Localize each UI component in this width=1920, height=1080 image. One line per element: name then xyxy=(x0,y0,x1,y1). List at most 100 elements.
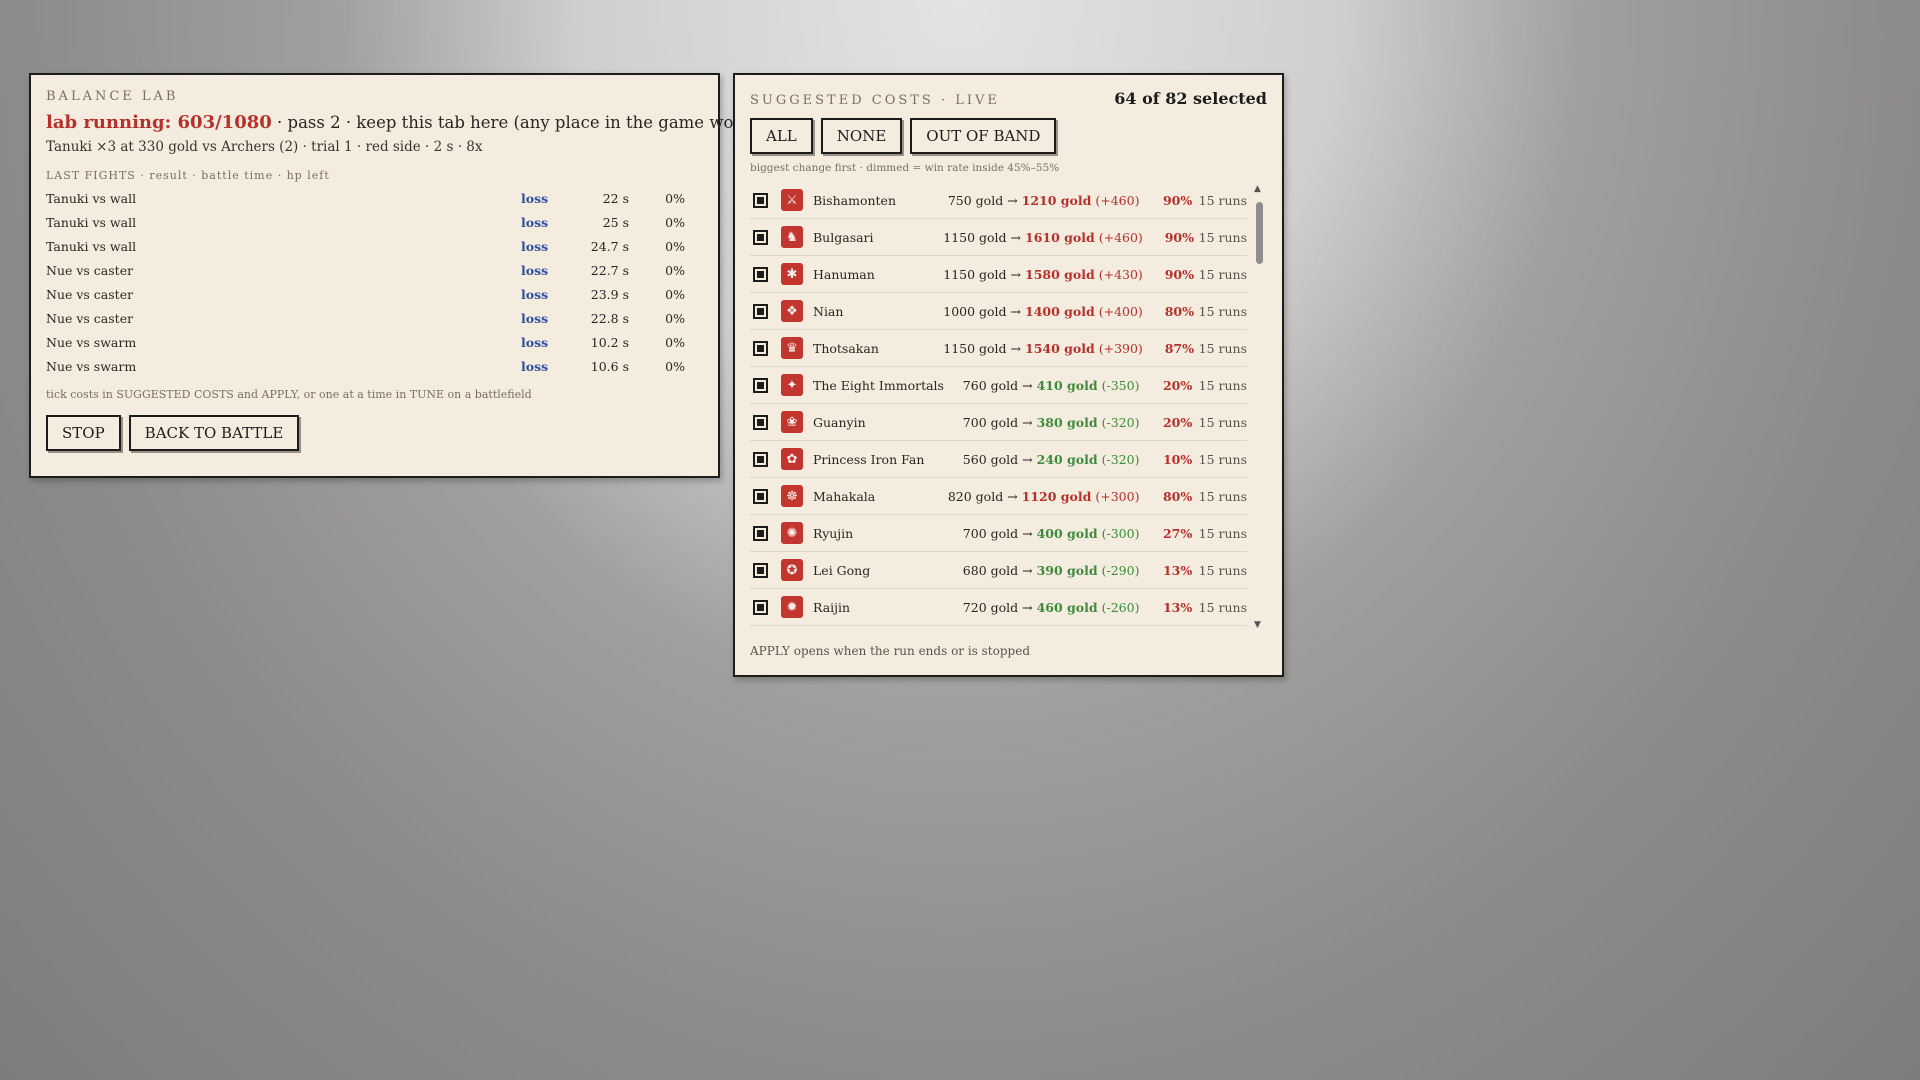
old-cost: 680 gold xyxy=(962,562,1019,578)
costs-title: SUGGESTED COSTS · live xyxy=(750,93,1000,108)
unit-name: Guanyin xyxy=(813,414,866,430)
row-checkbox[interactable] xyxy=(753,192,768,208)
win-rate: 80% xyxy=(1164,303,1194,319)
unit-portrait-icon: ♞ xyxy=(781,226,803,248)
old-cost: 1150 gold xyxy=(943,229,1007,245)
unit-portrait-icon: ⚔ xyxy=(781,189,803,211)
fight-name: Tanuki vs wall xyxy=(46,190,137,206)
fights-list: Tanuki vs wall loss 22 s 0% Tanuki vs wall l… xyxy=(46,186,703,378)
select-all-button[interactable]: ALL xyxy=(750,118,813,154)
row-checkbox[interactable] xyxy=(753,340,768,356)
back-to-battle-button[interactable]: BACK TO BATTLE xyxy=(128,415,300,451)
fight-row: Tanuki vs wall loss 25 s 0% xyxy=(46,210,703,234)
fight-name: Nue vs caster xyxy=(46,286,134,302)
row-checkbox[interactable] xyxy=(753,377,768,393)
new-cost: 410 gold xyxy=(1036,377,1098,393)
fight-result: loss xyxy=(521,262,549,278)
old-cost: 820 gold xyxy=(947,488,1004,504)
run-count: 15 runs xyxy=(1198,229,1248,245)
arrow-icon: → xyxy=(1022,562,1033,578)
cost-row[interactable]: ✿ Princess Iron Fan 560 gold → 240 gold (-… xyxy=(750,441,1247,478)
costs-list-viewport[interactable]: ⚔ Bishamonten 750 gold → 1210 gold (+460) 9… xyxy=(750,182,1267,632)
scroll-thumb[interactable] xyxy=(1256,202,1263,264)
cost-row[interactable]: ♛ Thotsakan 1150 gold → 1540 gold (+390) 87… xyxy=(750,330,1247,367)
arrow-icon: → xyxy=(1010,229,1022,245)
cost-delta: (+400) xyxy=(1098,303,1143,319)
cost-row[interactable]: ✺ Ryujin 700 gold → 400 gold (-300) 27% 15 r… xyxy=(750,515,1247,552)
win-rate: 27% xyxy=(1162,525,1193,541)
new-cost: 1400 gold xyxy=(1025,303,1095,319)
win-rate: 87% xyxy=(1164,340,1194,356)
cost-row[interactable]: ✦ The Eight Immortals 760 gold → 410 gold … xyxy=(750,367,1247,404)
row-checkbox[interactable] xyxy=(753,266,768,282)
run-count: 15 runs xyxy=(1198,377,1247,393)
fight-name: Nue vs caster xyxy=(46,262,134,278)
fight-result: loss xyxy=(521,214,549,230)
run-count: 15 runs xyxy=(1198,266,1248,282)
out-of-band-button[interactable]: OUT OF BAND xyxy=(910,118,1057,154)
fight-row: Nue vs caster loss 22.7 s 0% xyxy=(46,258,703,282)
run-count: 15 runs xyxy=(1198,303,1248,319)
unit-name: Ryujin xyxy=(813,525,854,541)
row-checkbox[interactable] xyxy=(753,414,768,430)
unit-name: Hanuman xyxy=(813,266,875,282)
win-rate: 20% xyxy=(1162,414,1193,430)
fight-name: Tanuki vs wall xyxy=(46,214,137,230)
win-rate: 90% xyxy=(1164,266,1194,282)
unit-name: Nian xyxy=(813,303,844,319)
arrow-icon: → xyxy=(1010,340,1022,356)
cost-row[interactable]: ✹ Raijin 720 gold → 460 gold (-260) 13% 15 r… xyxy=(750,589,1247,626)
fight-row: Tanuki vs wall loss 24.7 s 0% xyxy=(46,234,703,258)
cost-change: 700 gold → 400 gold (-300) xyxy=(947,525,1140,541)
fight-row: Nue vs caster loss 22.8 s 0% xyxy=(46,306,703,330)
fight-time: 22.8 s xyxy=(590,310,629,326)
cost-delta: (-260) xyxy=(1101,599,1140,615)
unit-name: The Eight Immortals xyxy=(813,377,944,393)
new-cost: 1540 gold xyxy=(1025,340,1095,356)
arrow-icon: → xyxy=(1022,414,1033,430)
row-checkbox[interactable] xyxy=(753,488,768,504)
scroll-down-arrow-icon[interactable]: ▼ xyxy=(1254,620,1261,630)
old-cost: 700 gold xyxy=(962,525,1019,541)
costs-list: ⚔ Bishamonten 750 gold → 1210 gold (+460) 9… xyxy=(750,182,1247,632)
cost-row[interactable]: ❀ Guanyin 700 gold → 380 gold (-320) 20% 15 … xyxy=(750,404,1247,441)
unit-name: Thotsakan xyxy=(813,340,879,356)
fight-hp: 0% xyxy=(665,286,685,302)
cost-row[interactable]: ⚔ Bishamonten 750 gold → 1210 gold (+460) 9… xyxy=(750,182,1247,219)
cost-row[interactable]: ♞ Bulgasari 1150 gold → 1610 gold (+460) 90… xyxy=(750,219,1247,256)
cost-row[interactable]: ❖ Nian 1000 gold → 1400 gold (+400) 80% 15 r… xyxy=(750,293,1247,330)
fight-time: 23.9 s xyxy=(590,286,629,302)
scroll-up-arrow-icon[interactable]: ▲ xyxy=(1254,184,1261,194)
row-checkbox[interactable] xyxy=(753,451,768,467)
costs-scrollbar[interactable]: ▲ ▼ xyxy=(1253,182,1265,632)
cost-row[interactable]: ☸ Mahakala 820 gold → 1120 gold (+300) 80% 1… xyxy=(750,478,1247,515)
last-fights-header: LAST FIGHTS · result · battle time · hp … xyxy=(46,169,330,182)
lab-title: BALANCE LAB xyxy=(46,89,179,104)
win-rate: 10% xyxy=(1162,451,1193,467)
cost-change: 700 gold → 380 gold (-320) xyxy=(947,414,1140,430)
costs-header: SUGGESTED COSTS · live 64 of 82 selected xyxy=(750,89,1267,108)
unit-portrait-icon: ✪ xyxy=(781,559,803,581)
old-cost: 1150 gold xyxy=(943,340,1007,356)
fight-hp: 0% xyxy=(665,190,685,206)
cost-row[interactable]: → xyxy=(750,626,1247,632)
row-checkbox[interactable] xyxy=(753,562,768,578)
select-none-button[interactable]: NONE xyxy=(820,118,903,154)
row-checkbox[interactable] xyxy=(753,525,768,541)
stop-button[interactable]: STOP xyxy=(46,415,121,451)
row-checkbox[interactable] xyxy=(753,303,768,319)
win-rate: 80% xyxy=(1162,488,1193,504)
new-cost: 380 gold xyxy=(1036,414,1098,430)
row-checkbox[interactable] xyxy=(753,229,768,245)
cost-row[interactable]: ✪ Lei Gong 680 gold → 390 gold (-290) 13% 15… xyxy=(750,552,1247,589)
cost-row[interactable]: ✱ Hanuman 1150 gold → 1580 gold (+430) 90% 1… xyxy=(750,256,1247,293)
fight-hp: 0% xyxy=(665,334,685,350)
costs-legend: biggest change first · dimmed = win rate… xyxy=(750,162,1060,174)
row-checkbox[interactable] xyxy=(753,599,768,615)
fight-result: loss xyxy=(521,238,549,254)
fight-time: 25 s xyxy=(602,214,629,230)
arrow-icon: → xyxy=(1010,266,1022,282)
win-rate: 13% xyxy=(1162,562,1193,578)
arrow-icon: → xyxy=(1007,488,1018,504)
fight-time: 10.2 s xyxy=(590,334,629,350)
